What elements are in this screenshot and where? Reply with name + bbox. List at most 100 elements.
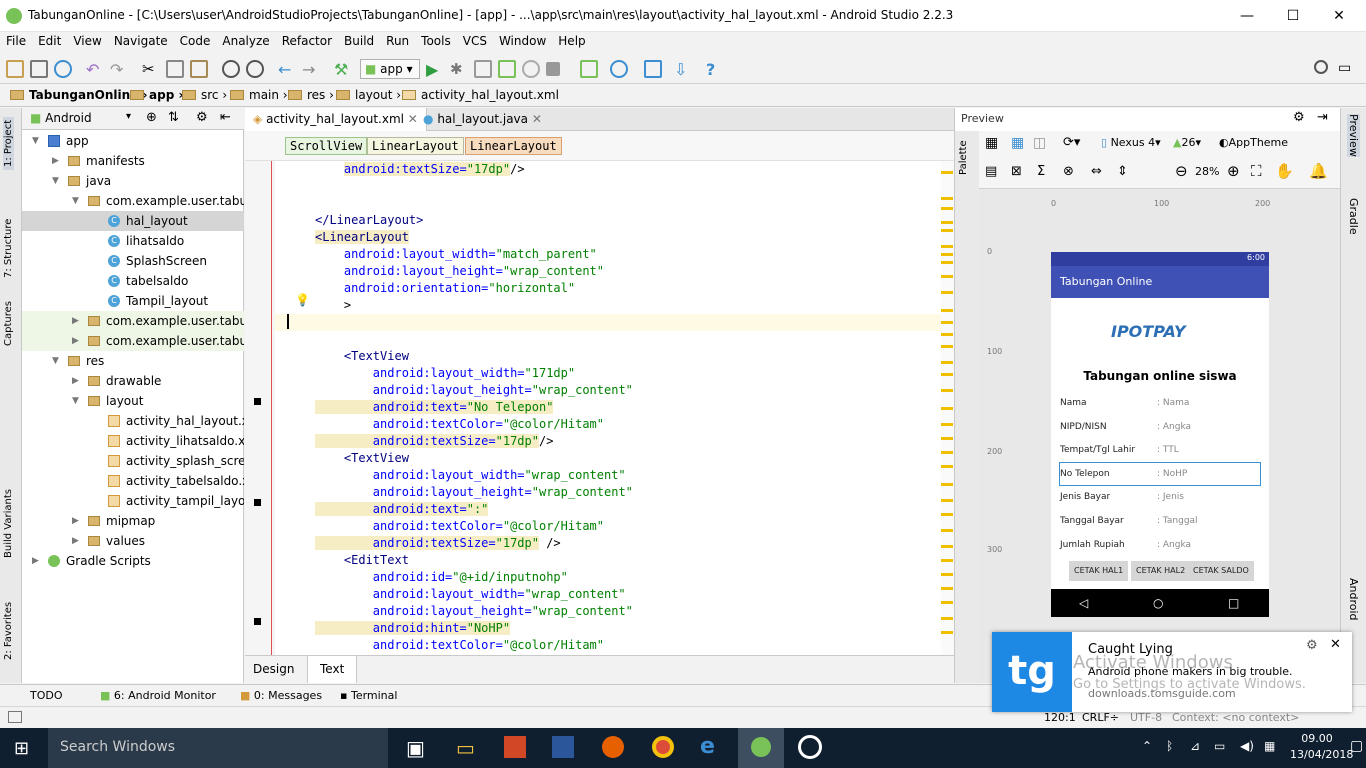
chrome-icon[interactable]	[652, 736, 674, 758]
store-icon[interactable]: ▣	[406, 736, 425, 760]
breadcrumb-file[interactable]: activity_hal_layout.xml	[402, 88, 559, 104]
warning-marker[interactable]	[941, 207, 953, 210]
notification-icon[interactable]: 🔔	[1309, 162, 1328, 180]
android-tool-tab[interactable]: Android	[1347, 578, 1360, 621]
warning-marker[interactable]	[941, 499, 953, 502]
design-surface-icon[interactable]: ▦	[985, 135, 998, 151]
firefox-icon[interactable]	[602, 736, 624, 758]
context-indicator[interactable]: Context: <no context>	[1172, 711, 1299, 724]
keyboard-icon[interactable]: ▦	[1264, 739, 1275, 753]
collapse-arrow-icon[interactable]: ▼	[72, 191, 79, 211]
warning-marker[interactable]	[941, 261, 953, 264]
recents-icon[interactable]: □	[1228, 596, 1239, 610]
expand-vertical-icon[interactable]: ⇕	[1117, 164, 1128, 179]
paste-icon[interactable]	[190, 60, 208, 78]
tree-item[interactable]: ▼ app	[22, 131, 244, 151]
warning-marker[interactable]	[941, 587, 953, 590]
warning-marker[interactable]	[941, 513, 953, 516]
taskbar-time[interactable]: 09.00	[1290, 732, 1344, 745]
project-structure-icon[interactable]	[644, 60, 662, 78]
warning-marker[interactable]	[941, 291, 953, 294]
scroll-from-source-icon[interactable]: ⊕	[146, 110, 157, 125]
project-tool-tab[interactable]: 1: Project	[3, 116, 14, 170]
menu-build[interactable]: Build	[338, 32, 380, 48]
build-variants-tool-tab[interactable]: Build Variants	[3, 489, 14, 558]
warning-marker[interactable]	[941, 245, 953, 248]
breadcrumb-layout[interactable]: layout ›	[336, 88, 401, 104]
battery-icon[interactable]: ▭	[1214, 739, 1225, 753]
collapse-arrow-icon[interactable]: ▼	[72, 391, 79, 411]
expand-horizontal-icon[interactable]: ⇔	[1091, 164, 1102, 179]
expand-arrow-icon[interactable]: ▶	[72, 511, 79, 531]
powerpoint-icon[interactable]	[504, 736, 526, 758]
breadcrumb-project[interactable]: TabunganOnline ›	[10, 88, 147, 104]
menu-navigate[interactable]: Navigate	[108, 32, 174, 48]
taskbar-search[interactable]: Search Windows	[48, 728, 388, 768]
warning-marker[interactable]	[941, 221, 953, 224]
menu-refactor[interactable]: Refactor	[276, 32, 338, 48]
close-button[interactable]: ✕	[1316, 4, 1362, 28]
menu-view[interactable]: View	[67, 32, 107, 48]
tab-hal-layout-java[interactable]: ● hal_layout.java ✕	[415, 108, 550, 131]
undo-icon[interactable]: ↶	[86, 60, 104, 79]
zoom-out-icon[interactable]: ⊖	[1175, 162, 1188, 180]
warning-marker[interactable]	[941, 617, 953, 620]
menu-file[interactable]: File	[0, 32, 32, 48]
tree-item[interactable]: ▶ com.example.user.tabunga	[22, 331, 244, 351]
tree-item[interactable]: ▼ java	[22, 171, 244, 191]
palette-tool-tab[interactable]: Palette	[958, 140, 969, 175]
code-area[interactable]: android:textSize="17dp"/> </LinearLayout>…	[275, 161, 943, 655]
expand-arrow-icon[interactable]: ▶	[32, 551, 39, 571]
breadcrumb-main[interactable]: main ›	[230, 88, 288, 104]
warning-marker[interactable]	[941, 465, 953, 468]
back-icon[interactable]: ←	[278, 60, 296, 79]
volume-icon[interactable]: ◀)	[1240, 739, 1254, 753]
hide-panel-icon[interactable]: ⇥	[1317, 110, 1328, 125]
split-icon[interactable]: ◫	[1033, 135, 1046, 151]
warning-marker[interactable]	[941, 197, 953, 200]
warning-marker[interactable]	[941, 451, 953, 454]
warning-marker[interactable]	[941, 559, 953, 562]
preview-tool-tab[interactable]: Preview	[1347, 114, 1360, 157]
attach-icon[interactable]	[474, 60, 492, 78]
menu-code[interactable]: Code	[174, 32, 217, 48]
warning-marker[interactable]	[941, 389, 953, 392]
warning-marker[interactable]	[941, 253, 953, 256]
android-monitor-tool-tab[interactable]: ■ 6: Android Monitor	[100, 689, 216, 702]
file-encoding[interactable]: UTF-8	[1130, 711, 1162, 724]
breadcrumb-res[interactable]: res ›	[288, 88, 334, 104]
taskbar-date[interactable]: 13/04/2018	[1290, 748, 1353, 761]
open-folder-icon[interactable]	[6, 60, 24, 78]
pan-icon[interactable]: ✋	[1275, 162, 1294, 180]
bluetooth-icon[interactable]: ᛒ	[1166, 739, 1173, 753]
warning-marker[interactable]	[941, 345, 953, 348]
expand-arrow-icon[interactable]: ▶	[72, 531, 79, 551]
warning-marker[interactable]	[941, 545, 953, 548]
search-everywhere-icon[interactable]	[1314, 60, 1328, 74]
sync-gradle-icon[interactable]	[610, 60, 628, 78]
network-icon[interactable]: ⊿	[1190, 739, 1200, 753]
tree-item[interactable]: C Tampil_layout	[22, 291, 244, 311]
tree-item[interactable]: activity_tabelsaldo.xml	[22, 471, 244, 491]
edge-icon[interactable]: e	[700, 734, 715, 759]
replace-icon[interactable]	[246, 60, 264, 78]
cetak-hal2-button[interactable]: CETAK HAL2	[1131, 561, 1191, 581]
favorites-tool-tab[interactable]: 2: Favorites	[3, 602, 14, 660]
clear-constraints-icon[interactable]: ⊗	[1063, 164, 1074, 179]
blueprint-icon[interactable]: ▦	[1011, 135, 1024, 151]
xml-crumb-linearlayout[interactable]: LinearLayout	[367, 137, 464, 155]
cut-icon[interactable]: ✂	[142, 60, 160, 78]
layout-icon[interactable]: ▤	[985, 164, 997, 179]
gear-icon[interactable]: ⚙	[1306, 638, 1318, 653]
warning-marker[interactable]	[941, 423, 953, 426]
expand-arrow-icon[interactable]: ▶	[72, 331, 79, 351]
api-select[interactable]: ▲26▾	[1173, 136, 1201, 149]
caret-position[interactable]: 120:1	[1044, 711, 1076, 724]
toggle-tool-windows-icon[interactable]	[8, 711, 22, 723]
back-icon[interactable]: ◁	[1079, 596, 1088, 610]
warning-marker[interactable]	[941, 333, 953, 336]
apply-changes-icon[interactable]	[498, 60, 516, 78]
gradle-tool-tab[interactable]: Gradle	[1347, 198, 1360, 235]
maximize-button[interactable]: ☐	[1270, 4, 1316, 28]
minimize-button[interactable]: —	[1224, 4, 1270, 28]
